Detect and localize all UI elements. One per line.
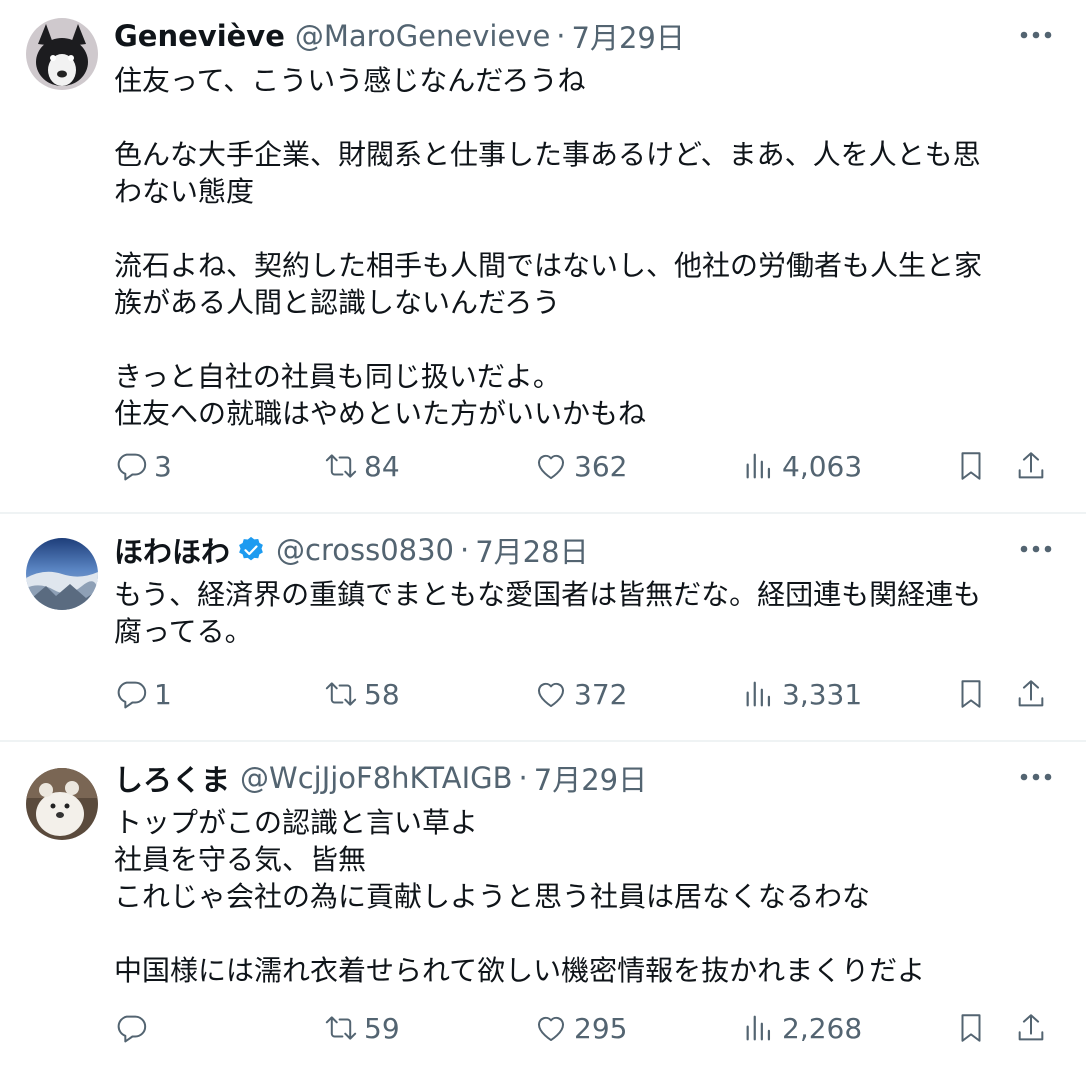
like-count: 362 (574, 449, 628, 483)
retweet-button[interactable]: 58 (324, 677, 400, 711)
retweet-icon (324, 1011, 358, 1045)
avatar[interactable] (26, 18, 98, 90)
user-handle[interactable]: @cross0830 (276, 533, 454, 567)
reply-button[interactable]: 1 (114, 677, 172, 711)
view-count: 3,331 (782, 677, 863, 711)
action-bar: 59 295 2,268 (114, 1011, 1056, 1051)
tweet-text: トップがこの認識と言い草よ 社員を守る気、皆無 これじゃ会社の為に貢献しようと思… (114, 806, 926, 987)
retweet-icon (324, 677, 358, 711)
reply-icon (114, 1011, 148, 1045)
separator: · (518, 761, 528, 795)
more-icon[interactable] (1016, 762, 1056, 792)
bookmark-button[interactable] (954, 1011, 988, 1045)
reply-button[interactable] (114, 1011, 154, 1045)
user-handle[interactable]: @MaroGenevieve (295, 19, 550, 53)
display-name[interactable]: しろくま (114, 757, 230, 799)
more-icon[interactable] (1016, 20, 1056, 50)
action-bar: 1 58 372 3,331 (114, 677, 1056, 717)
tweet[interactable]: ほわほわ @cross0830 · 7月28日 もう、経済界の重鎮でまともな愛国… (0, 514, 1086, 742)
views-icon (742, 449, 776, 483)
tweet-header: しろくま @WcjJjoF8hKTAIGB · 7月29日 (114, 758, 1056, 798)
bookmark-icon (954, 1011, 988, 1045)
user-handle[interactable]: @WcjJjoF8hKTAIGB (240, 761, 513, 795)
retweet-button[interactable]: 84 (324, 449, 400, 483)
reply-count: 1 (154, 677, 172, 711)
tweet[interactable]: しろくま @WcjJjoF8hKTAIGB · 7月29日 トップがこの認識と言… (0, 742, 1086, 1078)
avatar[interactable] (26, 538, 98, 610)
verified-badge-icon (236, 535, 266, 565)
tweet-text: 住友って、こういう感じなんだろうね 色んな大手企業、財閥系と仕事した事あるけど、… (114, 64, 983, 430)
timestamp[interactable]: 7月29日 (534, 757, 647, 799)
share-icon (1014, 449, 1048, 483)
display-name[interactable]: Geneviève (114, 19, 285, 53)
separator: · (460, 533, 470, 567)
heart-icon (534, 1011, 568, 1045)
views-icon (742, 677, 776, 711)
share-button[interactable] (1014, 1011, 1048, 1045)
reply-count: 3 (154, 449, 172, 483)
share-icon (1014, 1011, 1048, 1045)
share-button[interactable] (1014, 449, 1048, 483)
like-button[interactable]: 372 (534, 677, 627, 711)
bookmark-button[interactable] (954, 449, 988, 483)
tweet-text: もう、経済界の重鎮でまともな愛国者は皆無だな。経団連も関経連も 腐ってる。 (114, 578, 982, 648)
view-count: 4,063 (782, 449, 863, 483)
action-bar: 3 84 362 4,063 (114, 449, 1056, 489)
bookmark-button[interactable] (954, 677, 988, 711)
separator: · (556, 19, 566, 53)
view-count: 2,268 (782, 1011, 863, 1045)
tweet-header: Geneviève @MaroGenevieve · 7月29日 (114, 16, 1056, 56)
reply-button[interactable]: 3 (114, 449, 172, 483)
more-icon[interactable] (1016, 534, 1056, 564)
views-button[interactable]: 4,063 (742, 449, 862, 483)
views-icon (742, 1011, 776, 1045)
tweet[interactable]: Geneviève @MaroGenevieve · 7月29日 住友って、こう… (0, 0, 1086, 514)
bookmark-icon (954, 449, 988, 483)
timestamp[interactable]: 7月28日 (475, 529, 588, 571)
views-button[interactable]: 3,331 (742, 677, 862, 711)
like-button[interactable]: 295 (534, 1011, 627, 1045)
display-name[interactable]: ほわほわ (114, 529, 230, 571)
retweet-count: 58 (364, 677, 400, 711)
share-icon (1014, 677, 1048, 711)
retweet-button[interactable]: 59 (324, 1011, 400, 1045)
bookmark-icon (954, 677, 988, 711)
avatar[interactable] (26, 768, 98, 840)
views-button[interactable]: 2,268 (742, 1011, 862, 1045)
heart-icon (534, 449, 568, 483)
like-button[interactable]: 362 (534, 449, 627, 483)
retweet-count: 84 (364, 449, 400, 483)
heart-icon (534, 677, 568, 711)
like-count: 295 (574, 1011, 628, 1045)
share-button[interactable] (1014, 677, 1048, 711)
tweet-header: ほわほわ @cross0830 · 7月28日 (114, 530, 1056, 570)
reply-icon (114, 677, 148, 711)
like-count: 372 (574, 677, 628, 711)
reply-icon (114, 449, 148, 483)
timestamp[interactable]: 7月29日 (572, 15, 685, 57)
retweet-count: 59 (364, 1011, 400, 1045)
retweet-icon (324, 449, 358, 483)
